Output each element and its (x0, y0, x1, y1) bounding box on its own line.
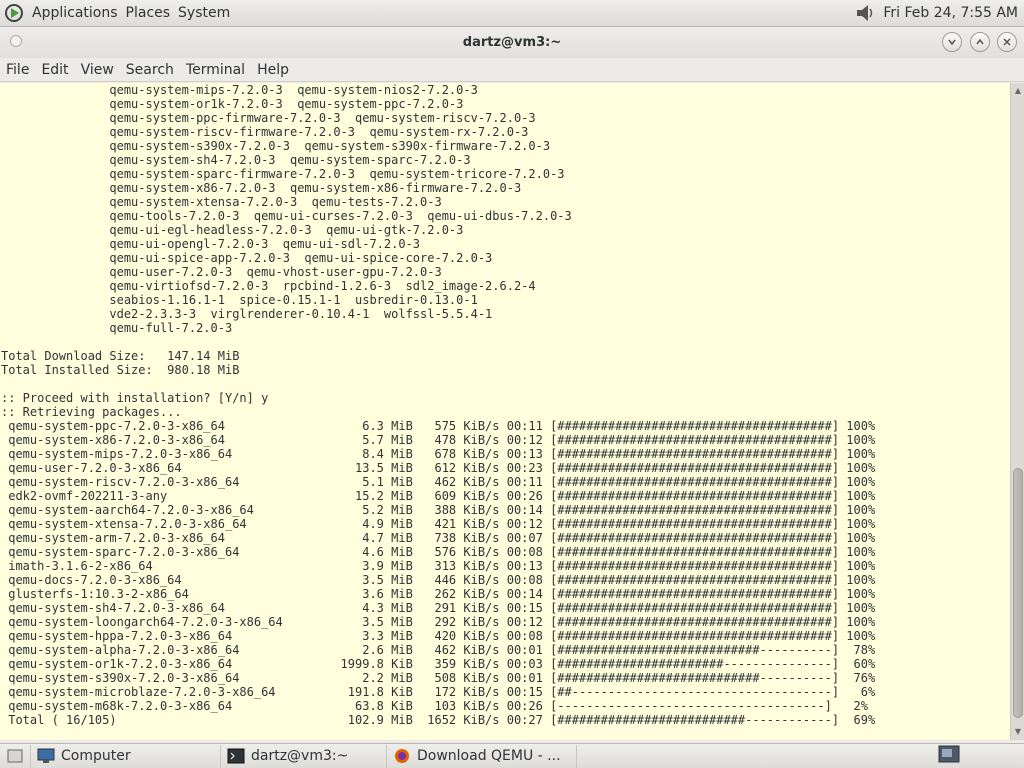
terminal-line: qemu-ui-opengl-7.2.0-3 qemu-ui-sdl-7.2.0… (1, 237, 421, 251)
firefox-icon (395, 749, 409, 763)
menu-terminal[interactable]: Terminal (180, 62, 245, 78)
terminal-line: qemu-system-hppa-7.2.0-3-x86_64 3.3 MiB … (1, 629, 876, 643)
terminal-line: qemu-system-x86-7.2.0-3-x86_64 5.7 MiB 4… (1, 433, 876, 447)
terminal-line: :: Proceed with installation? [Y/n] y (1, 391, 269, 405)
terminal-line: qemu-full-7.2.0-3 (1, 321, 233, 335)
show-desktop-icon (7, 749, 23, 763)
terminal-line: vde2-2.3.3-3 virglrenderer-0.10.4-1 wolf… (1, 307, 493, 321)
volume-icon[interactable] (855, 3, 877, 23)
terminal-line: qemu-system-microblaze-7.2.0-3-x86_64 19… (1, 685, 876, 699)
terminal-line: qemu-system-or1k-7.2.0-3 qemu-system-ppc… (1, 97, 464, 111)
terminal-line: :: Retrieving packages... (1, 405, 182, 419)
minimize-button[interactable] (942, 32, 962, 52)
terminal-line: qemu-virtiofsd-7.2.0-3 rpcbind-1.2.6-3 s… (1, 279, 536, 293)
applications-menu[interactable]: Applications (28, 5, 122, 21)
workspace-switcher[interactable] (938, 745, 960, 767)
terminal-line: qemu-system-riscv-7.2.0-3-x86_64 5.1 MiB… (1, 475, 876, 489)
terminal-line: qemu-system-loongarch64-7.2.0-3-x86_64 3… (1, 615, 876, 629)
close-icon (1003, 38, 1011, 46)
menu-edit[interactable]: Edit (35, 62, 68, 78)
bottom-panel: Computer dartz@vm3:~ Download QEMU - ... (0, 743, 1024, 768)
menu-view[interactable]: View (75, 62, 114, 78)
terminal-menubar: File Edit View Search Terminal Help (0, 58, 1024, 82)
terminal-icon (227, 748, 245, 764)
terminal-line: qemu-user-7.2.0-3 qemu-vhost-user-gpu-7.… (1, 265, 442, 279)
clock[interactable]: Fri Feb 24, 7:55 AM (883, 5, 1018, 21)
terminal-line: qemu-system-sh4-7.2.0-3 qemu-system-spar… (1, 153, 471, 167)
terminal-line: qemu-system-mips-7.2.0-3-x86_64 8.4 MiB … (1, 447, 876, 461)
terminal-line: edk2-ovmf-202211-3-any 15.2 MiB 609 KiB/… (1, 489, 876, 503)
terminal-line: qemu-system-sh4-7.2.0-3-x86_64 4.3 MiB 2… (1, 601, 876, 615)
terminal-line: qemu-user-7.2.0-3-x86_64 13.5 MiB 612 Ki… (1, 461, 876, 475)
terminal-line: glusterfs-1:10.3-2-x86_64 3.6 MiB 262 Ki… (1, 587, 876, 601)
taskbar-item-computer[interactable]: Computer (31, 744, 221, 768)
terminal-line: seabios-1.16.1-1 spice-0.15.1-1 usbredir… (1, 293, 478, 307)
terminal-line: Total Download Size: 147.14 MiB (1, 349, 240, 363)
terminal-line: qemu-system-arm-7.2.0-3-x86_64 4.7 MiB 7… (1, 531, 876, 545)
terminal-line: qemu-system-or1k-7.2.0-3-x86_64 1999.8 K… (1, 657, 876, 671)
terminal-line: qemu-system-sparc-7.2.0-3-x86_64 4.6 MiB… (1, 545, 876, 559)
maximize-button[interactable] (970, 32, 990, 52)
terminal-line: qemu-system-s390x-7.2.0-3 qemu-system-s3… (1, 139, 551, 153)
terminal-output[interactable]: qemu-system-mips-7.2.0-3 qemu-system-nio… (0, 83, 1010, 740)
terminal-line: qemu-system-alpha-7.2.0-3-x86_64 2.6 MiB… (1, 643, 876, 657)
window-title: dartz@vm3:~ (462, 35, 562, 50)
terminal-line: qemu-system-m68k-7.2.0-3-x86_64 63.8 KiB… (1, 699, 868, 713)
terminal-line: qemu-system-x86-7.2.0-3 qemu-system-x86-… (1, 181, 522, 195)
computer-icon (37, 748, 55, 763)
show-desktop-button[interactable] (0, 744, 31, 768)
top-panel: Applications Places System Fri Feb 24, 7… (0, 0, 1024, 27)
terminal-line: qemu-ui-spice-app-7.2.0-3 qemu-ui-spice-… (1, 251, 493, 265)
terminal-scrollbar[interactable]: ▲ ▼ (1010, 83, 1024, 740)
terminal-line: Total Installed Size: 980.18 MiB (1, 363, 240, 377)
window-titlebar[interactable]: dartz@vm3:~ (0, 27, 1024, 58)
distro-logo-icon[interactable] (4, 3, 24, 23)
taskbar-item-terminal[interactable]: dartz@vm3:~ (221, 744, 387, 768)
terminal-line: qemu-system-ppc-firmware-7.2.0-3 qemu-sy… (1, 111, 536, 125)
terminal-line: qemu-system-s390x-7.2.0-3-x86_64 2.2 MiB… (1, 671, 876, 685)
terminal-line: qemu-system-riscv-firmware-7.2.0-3 qemu-… (1, 125, 529, 139)
terminal-line: qemu-ui-egl-headless-7.2.0-3 qemu-ui-gtk… (1, 223, 464, 237)
terminal-line: qemu-system-xtensa-7.2.0-3-x86_64 4.9 Mi… (1, 517, 876, 531)
menu-search[interactable]: Search (120, 62, 174, 78)
taskbar-item-firefox[interactable]: Download QEMU - ... (387, 744, 577, 768)
chevron-up-icon (976, 38, 984, 45)
chevron-down-icon (948, 39, 956, 46)
terminal-line: imath-3.1.6-2-x86_64 3.9 MiB 313 KiB/s 0… (1, 559, 876, 573)
menu-file[interactable]: File (0, 62, 29, 78)
terminal-line: qemu-system-sparc-firmware-7.2.0-3 qemu-… (1, 167, 565, 181)
taskbar-label: Download QEMU - ... (417, 748, 561, 764)
terminal-line: qemu-tools-7.2.0-3 qemu-ui-curses-7.2.0-… (1, 209, 572, 223)
terminal-line: Total ( 16/105) 102.9 MiB 1652 KiB/s 00:… (1, 713, 876, 727)
terminal-line: qemu-system-aarch64-7.2.0-3-x86_64 5.2 M… (1, 503, 876, 517)
terminal-text: qemu-system-mips-7.2.0-3 qemu-system-nio… (0, 83, 1010, 727)
terminal-line: qemu-system-mips-7.2.0-3 qemu-system-nio… (1, 83, 478, 97)
scroll-up-arrow-icon[interactable]: ▲ (1013, 86, 1023, 96)
system-menu[interactable]: System (174, 5, 234, 21)
workspace-icon (938, 745, 960, 763)
terminal-line: qemu-system-xtensa-7.2.0-3 qemu-tests-7.… (1, 195, 442, 209)
close-button[interactable] (997, 32, 1017, 52)
terminal-line: qemu-docs-7.2.0-3-x86_64 3.5 MiB 446 KiB… (1, 573, 876, 587)
window-menu-icon[interactable] (10, 35, 22, 47)
taskbar-label: Computer (61, 748, 131, 764)
taskbar-label: dartz@vm3:~ (251, 748, 349, 764)
terminal-line: qemu-system-ppc-7.2.0-3-x86_64 6.3 MiB 5… (1, 419, 876, 433)
menu-help[interactable]: Help (251, 62, 289, 78)
scrollbar-thumb[interactable] (1013, 468, 1023, 718)
places-menu[interactable]: Places (122, 5, 175, 21)
scroll-down-arrow-icon[interactable]: ▼ (1013, 727, 1023, 737)
